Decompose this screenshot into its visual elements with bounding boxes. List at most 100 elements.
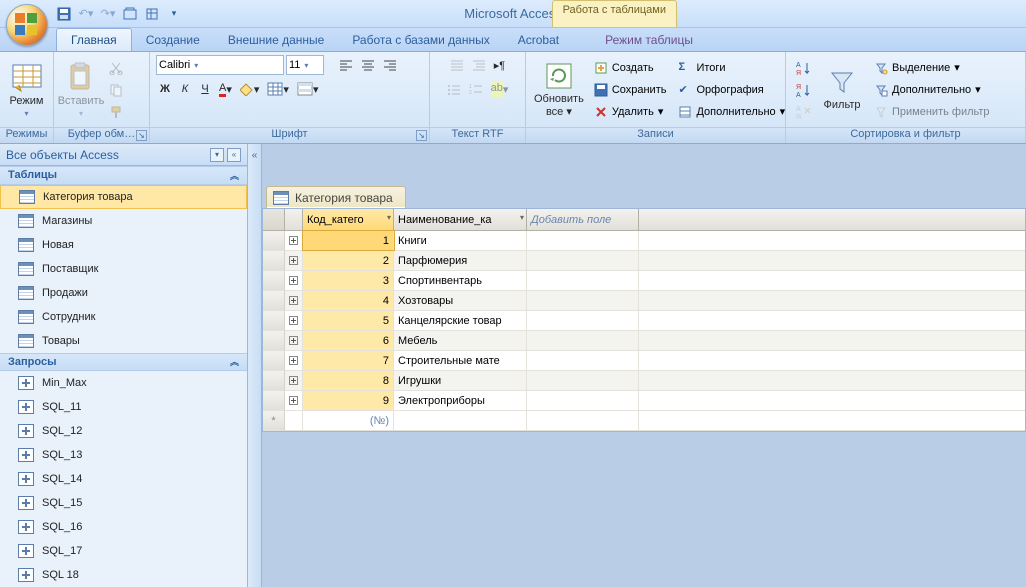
cell-id[interactable]: 5	[303, 311, 394, 330]
gridlines-button[interactable]: ▾	[264, 79, 292, 99]
nav-table-item[interactable]: Продажи	[0, 281, 247, 305]
qat-icon-1[interactable]	[122, 6, 138, 22]
nav-pane-header[interactable]: Все объекты Access ▾ «	[0, 144, 247, 166]
cell-id[interactable]: 9	[303, 391, 394, 410]
expand-row[interactable]	[285, 391, 303, 410]
format-painter-button[interactable]	[106, 102, 126, 122]
toggle-filter-button[interactable]: Применить фильтр	[870, 102, 994, 122]
expand-row[interactable]	[285, 231, 303, 250]
view-button[interactable]: Режим	[6, 59, 47, 120]
nav-query-item[interactable]: SQL_15	[0, 491, 247, 515]
cell-id[interactable]: 2	[303, 251, 394, 270]
paste-button[interactable]: Вставить	[60, 59, 102, 120]
nav-table-item[interactable]: Сотрудник	[0, 305, 247, 329]
cell-id[interactable]: 4	[303, 291, 394, 310]
tab-home[interactable]: Главная	[56, 28, 132, 51]
clear-sort-button[interactable]: АЯ	[792, 101, 814, 123]
nav-table-item[interactable]: Категория товара	[0, 185, 247, 209]
nav-query-item[interactable]: SQL_16	[0, 515, 247, 539]
row-selector[interactable]	[263, 231, 285, 250]
nav-query-item[interactable]: SQL 18	[0, 563, 247, 587]
expand-row[interactable]	[285, 371, 303, 390]
table-row[interactable]: 4Хозтовары	[263, 291, 1025, 311]
auto-number-hint[interactable]: (№)	[303, 411, 394, 430]
clipboard-launcher[interactable]: ↘	[136, 130, 147, 141]
cell-name[interactable]: Игрушки	[394, 371, 527, 390]
nav-query-item[interactable]: SQL_13	[0, 443, 247, 467]
shutter-bar[interactable]: «	[248, 144, 262, 587]
cell-name[interactable]: Книги	[394, 231, 527, 250]
bold-button[interactable]: Ж	[156, 79, 174, 99]
tab-acrobat[interactable]: Acrobat	[504, 29, 573, 51]
nav-table-item[interactable]: Новая	[0, 233, 247, 257]
document-tab[interactable]: Категория товара	[266, 186, 406, 208]
italic-button[interactable]: К	[176, 79, 194, 99]
cell-add[interactable]	[527, 271, 639, 290]
table-row[interactable]: 5Канцелярские товар	[263, 311, 1025, 331]
row-selector[interactable]	[263, 351, 285, 370]
expand-row[interactable]	[285, 331, 303, 350]
table-row[interactable]: 6Мебель	[263, 331, 1025, 351]
highlight-button[interactable]: ab▾	[488, 79, 512, 99]
table-row[interactable]: 2Парфюмерия	[263, 251, 1025, 271]
undo-icon[interactable]: ↶▾	[78, 6, 94, 22]
nav-table-item[interactable]: Магазины	[0, 209, 247, 233]
nav-query-item[interactable]: Min_Max	[0, 371, 247, 395]
expand-row[interactable]	[285, 251, 303, 270]
table-row[interactable]: 7Строительные мате	[263, 351, 1025, 371]
nav-query-item[interactable]: SQL_14	[0, 467, 247, 491]
expand-row[interactable]	[285, 271, 303, 290]
cell-id[interactable]: 7	[303, 351, 394, 370]
row-selector[interactable]	[263, 331, 285, 350]
row-selector[interactable]	[263, 391, 285, 410]
more-button[interactable]: Дополнительно ▾	[674, 102, 789, 122]
save-icon[interactable]	[56, 6, 72, 22]
cell-add[interactable]	[527, 351, 639, 370]
filter-button[interactable]: Фильтр	[818, 65, 866, 113]
redo-icon[interactable]: ↷▾	[100, 6, 116, 22]
column-header-name[interactable]: Наименование_ка▾	[394, 209, 527, 230]
nav-query-item[interactable]: SQL_11	[0, 395, 247, 419]
cell-id[interactable]: 1	[303, 231, 394, 250]
row-selector[interactable]	[263, 271, 285, 290]
cell-name[interactable]: Спортинвентарь	[394, 271, 527, 290]
sort-desc-button[interactable]: ЯА	[792, 79, 814, 101]
nav-collapse-icon[interactable]: «	[227, 148, 241, 162]
font-family-combo[interactable]: Calibri	[156, 55, 284, 75]
spelling-button[interactable]: ✔Орфография	[674, 80, 789, 100]
cell-id[interactable]: 8	[303, 371, 394, 390]
cell-id[interactable]: 3	[303, 271, 394, 290]
sort-asc-button[interactable]: АЯ	[792, 57, 814, 79]
nav-table-item[interactable]: Товары	[0, 329, 247, 353]
underline-button[interactable]: Ч	[196, 79, 214, 99]
tab-datasheet[interactable]: Режим таблицы	[591, 29, 707, 51]
column-header-add[interactable]: Добавить поле	[527, 209, 639, 230]
table-row[interactable]: 9Электроприборы	[263, 391, 1025, 411]
tab-external-data[interactable]: Внешние данные	[214, 29, 339, 51]
office-button[interactable]	[6, 4, 48, 46]
new-record-button[interactable]: Создать	[590, 58, 671, 78]
numbering-button[interactable]: 12	[466, 79, 486, 99]
table-row[interactable]: 1Книги	[263, 231, 1025, 251]
nav-table-item[interactable]: Поставщик	[0, 257, 247, 281]
refresh-all-button[interactable]: Обновитьвсе ▾	[532, 59, 586, 119]
align-center-button[interactable]	[358, 55, 378, 75]
nav-query-item[interactable]: SQL_17	[0, 539, 247, 563]
copy-button[interactable]	[106, 80, 126, 100]
nav-section-tables[interactable]: Таблицы︽	[0, 166, 247, 184]
cell-name[interactable]: Строительные мате	[394, 351, 527, 370]
expand-row[interactable]	[285, 351, 303, 370]
cell-name[interactable]: Хозтовары	[394, 291, 527, 310]
selection-filter-button[interactable]: Выделение ▾	[870, 58, 994, 78]
cell-add[interactable]	[527, 251, 639, 270]
nav-query-item[interactable]: SQL_12	[0, 419, 247, 443]
select-all-corner[interactable]	[263, 209, 285, 230]
cell-id[interactable]: 6	[303, 331, 394, 350]
font-launcher[interactable]: ↘	[416, 130, 427, 141]
cell-add[interactable]	[527, 391, 639, 410]
new-record-row[interactable]: * (№)	[263, 411, 1025, 431]
increase-indent-button[interactable]	[469, 55, 489, 75]
column-header-id[interactable]: Код_катего▾	[303, 209, 394, 230]
bullets-button[interactable]	[444, 79, 464, 99]
alt-row-color-button[interactable]: ▾	[294, 79, 322, 99]
